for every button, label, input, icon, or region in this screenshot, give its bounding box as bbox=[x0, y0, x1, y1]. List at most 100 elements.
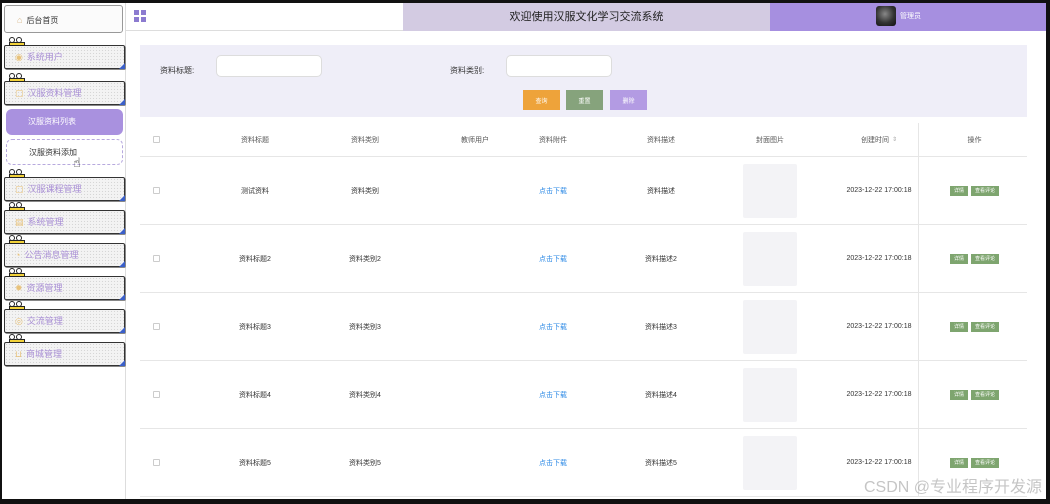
row-checkbox[interactable] bbox=[152, 255, 160, 262]
view-comments-button[interactable]: 查看评论 bbox=[971, 389, 1000, 400]
cell-type: 资料类别 bbox=[351, 187, 379, 195]
type-search-input[interactable] bbox=[506, 55, 612, 77]
gear-icon: ✹ bbox=[15, 283, 23, 293]
sidebar: ⌂ 后台首页 ◉ 系统用户 ▢ 汉服资料管理 汉服资料列表 汉服资料添加 ☝ ▢ 汉服课… bbox=[2, 3, 126, 499]
column-header: 资料附件 bbox=[539, 136, 567, 144]
cell-desc: 资料描述5 bbox=[645, 459, 677, 467]
cell-title: 资料标题3 bbox=[239, 323, 271, 331]
row-checkbox[interactable] bbox=[152, 187, 160, 194]
cell-desc: 资料描述3 bbox=[645, 323, 677, 331]
app-window: ⌂ 后台首页 ◉ 系统用户 ▢ 汉服资料管理 汉服资料列表 汉服资料添加 ☝ ▢ 汉服课… bbox=[2, 3, 1046, 499]
table-row: 测试资料 资料类别 点击下载 资料描述 2023-12-22 17:00:18 … bbox=[140, 157, 1027, 225]
avatar[interactable] bbox=[876, 6, 896, 26]
top-header: 欢迎使用汉服文化学习交流系统 管理员 bbox=[126, 3, 1046, 31]
type-search-label: 资料类别: bbox=[450, 66, 485, 75]
sidebar-item-label: 商城管理 bbox=[26, 349, 63, 359]
grid-icon[interactable] bbox=[134, 10, 146, 22]
column-header: 封面图片 bbox=[756, 136, 784, 144]
sidebar-item-resource[interactable]: ✹ 资源管理 bbox=[4, 268, 125, 300]
download-link[interactable]: 点击下载 bbox=[539, 458, 567, 468]
cell-type: 资料类别4 bbox=[349, 391, 381, 399]
cover-image bbox=[743, 231, 797, 286]
row-checkbox[interactable] bbox=[152, 323, 160, 330]
sidebar-item-shop[interactable]: ⊔ 商城管理 bbox=[4, 334, 125, 366]
clip-icon bbox=[9, 169, 25, 181]
clip-icon bbox=[9, 37, 25, 49]
sidebar-subitem-material-add[interactable]: 汉服资料添加 ☝ bbox=[6, 139, 123, 170]
sidebar-item-course[interactable]: ▢ 汉服课程管理 bbox=[4, 169, 125, 201]
clip-icon bbox=[9, 202, 25, 214]
cell-desc: 资料描述 bbox=[647, 187, 675, 195]
cell-desc: 资料描述2 bbox=[645, 255, 677, 263]
detail-button[interactable]: 详情 bbox=[949, 457, 968, 468]
sidebar-item-label: 资源管理 bbox=[26, 283, 63, 293]
folder-icon: ▢ bbox=[15, 184, 24, 194]
cover-image bbox=[743, 163, 797, 218]
download-link[interactable]: 点击下载 bbox=[539, 390, 567, 400]
detail-button[interactable]: 详情 bbox=[949, 253, 968, 264]
cover-image bbox=[743, 299, 797, 354]
column-header: 资料标题 bbox=[241, 136, 269, 144]
detail-button[interactable]: 详情 bbox=[949, 389, 968, 400]
sort-icon[interactable]: ⇕ bbox=[892, 136, 897, 143]
view-comments-button[interactable]: 查看评论 bbox=[971, 321, 1000, 332]
table-row: 资料标题4 资料类别4 点击下载 资料描述4 2023-12-22 17:00:… bbox=[140, 361, 1027, 429]
sidebar-item-exchange[interactable]: ◎ 交流管理 bbox=[4, 301, 125, 333]
sidebar-item-label: 汉服课程管理 bbox=[27, 184, 82, 194]
reset-button[interactable]: 重置 bbox=[566, 90, 603, 110]
delete-button[interactable]: 删除 bbox=[610, 90, 647, 110]
cell-title: 资料标题5 bbox=[239, 459, 271, 467]
detail-button[interactable]: 详情 bbox=[949, 321, 968, 332]
cell-title: 测试资料 bbox=[241, 187, 269, 195]
cell-desc: 资料描述4 bbox=[645, 391, 677, 399]
sidebar-item-notice[interactable]: ◔ 公告消息管理 bbox=[4, 235, 125, 267]
view-comments-button[interactable]: 查看评论 bbox=[971, 457, 1000, 468]
row-checkbox[interactable] bbox=[152, 459, 160, 466]
doc-icon: ▤ bbox=[15, 217, 24, 227]
username: 管理员 bbox=[900, 13, 921, 20]
column-header-label: 创建时间 bbox=[860, 136, 889, 144]
download-link[interactable]: 点击下载 bbox=[539, 322, 567, 332]
clip-icon bbox=[9, 235, 25, 247]
clip-icon bbox=[9, 334, 25, 346]
clock-icon: ◔ bbox=[15, 250, 21, 260]
download-link[interactable]: 点击下载 bbox=[539, 254, 567, 264]
sidebar-item-system-users[interactable]: ◉ 系统用户 bbox=[4, 37, 125, 69]
clip-icon bbox=[9, 73, 25, 85]
row-checkbox[interactable] bbox=[152, 391, 160, 398]
download-link[interactable]: 点击下载 bbox=[539, 186, 567, 196]
chat-icon: ◎ bbox=[15, 316, 23, 326]
page-title: 欢迎使用汉服文化学习交流系统 bbox=[403, 3, 770, 31]
query-button[interactable]: 查询 bbox=[523, 90, 560, 110]
sidebar-item-system[interactable]: ▤ 系统管理 bbox=[4, 202, 125, 234]
header-left bbox=[126, 3, 403, 31]
clip-icon bbox=[9, 301, 25, 313]
user-icon: ◉ bbox=[15, 52, 23, 62]
cover-image bbox=[743, 435, 797, 490]
table-row: 资料标题3 资料类别3 点击下载 资料描述3 2023-12-22 17:00:… bbox=[140, 293, 1027, 361]
cell-type: 资料类别5 bbox=[349, 459, 381, 467]
select-all-checkbox[interactable] bbox=[152, 136, 160, 143]
clip-icon bbox=[9, 268, 25, 280]
view-comments-button[interactable]: 查看评论 bbox=[971, 253, 1000, 264]
table-header: 资料标题 资料类别 教师用户 资料附件 资料描述 封面图片 创建时间 ⇕ 操作 bbox=[140, 123, 1027, 157]
table-row: 资料标题2 资料类别2 点击下载 资料描述2 2023-12-22 17:00:… bbox=[140, 225, 1027, 293]
sidebar-item-label: 公告消息管理 bbox=[24, 250, 79, 260]
column-header: 操作 bbox=[918, 123, 1030, 156]
sidebar-subitem-label: 汉服资料列表 bbox=[28, 117, 76, 126]
sidebar-subitem-material-list[interactable]: 汉服资料列表 bbox=[6, 109, 123, 135]
cover-image bbox=[743, 367, 797, 422]
user-area[interactable]: 管理员 bbox=[770, 3, 1046, 31]
sidebar-home[interactable]: ⌂ 后台首页 bbox=[4, 5, 123, 33]
cart-icon: ⊔ bbox=[15, 349, 23, 359]
column-header: 资料描述 bbox=[647, 136, 675, 144]
sidebar-item-label: 交流管理 bbox=[26, 316, 63, 326]
sidebar-item-hanfu-material[interactable]: ▢ 汉服资料管理 bbox=[4, 73, 125, 105]
data-table: 资料标题 资料类别 教师用户 资料附件 资料描述 封面图片 创建时间 ⇕ 操作 测… bbox=[140, 123, 1027, 497]
view-comments-button[interactable]: 查看评论 bbox=[971, 185, 1000, 196]
sidebar-item-label: 系统用户 bbox=[26, 52, 63, 62]
title-search-input[interactable] bbox=[216, 55, 322, 77]
detail-button[interactable]: 详情 bbox=[949, 185, 968, 196]
cell-title: 资料标题2 bbox=[239, 255, 271, 263]
cell-type: 资料类别3 bbox=[349, 323, 381, 331]
